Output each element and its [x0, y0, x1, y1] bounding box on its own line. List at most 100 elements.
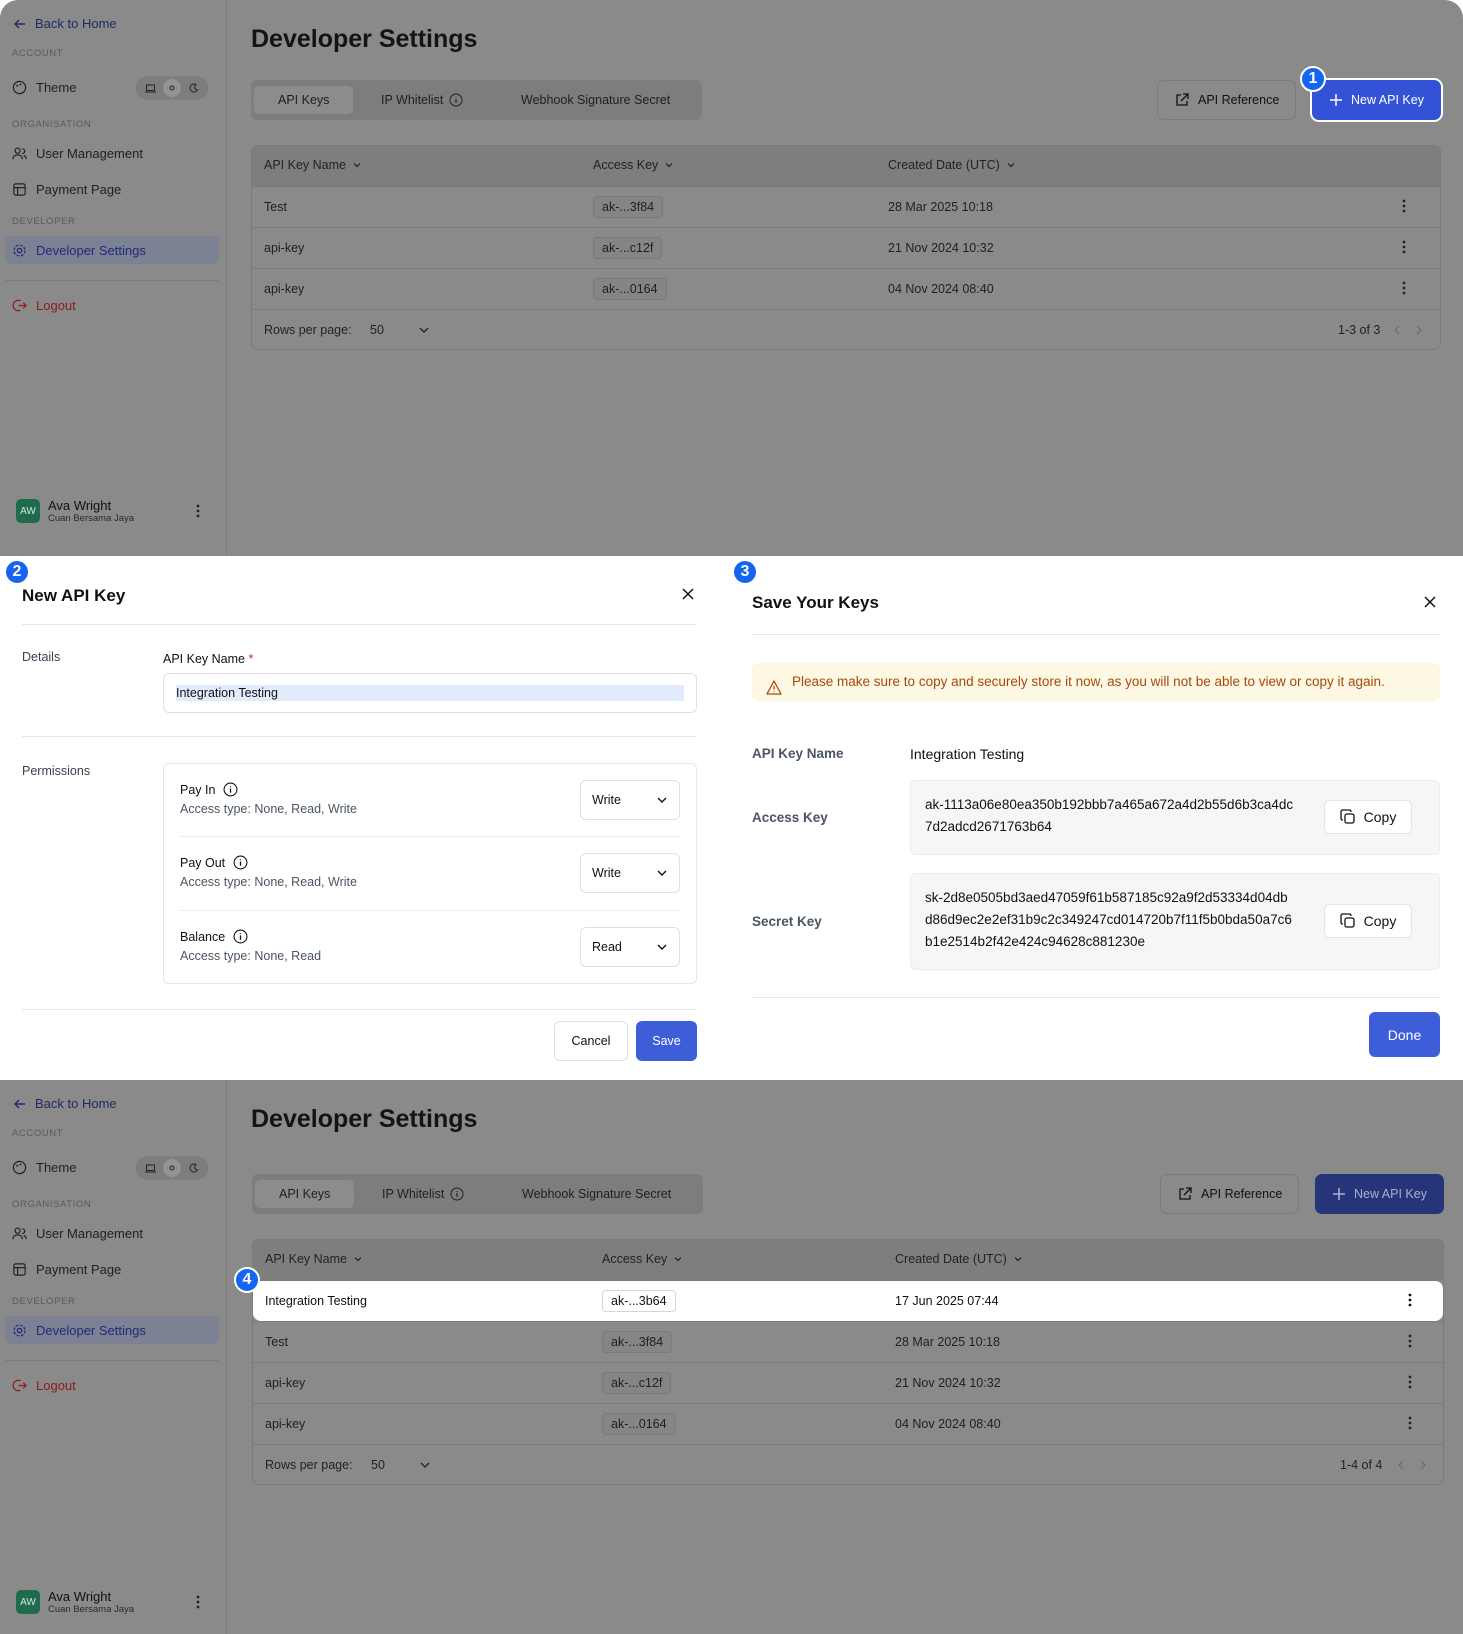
next-page-icon[interactable]	[1414, 324, 1424, 339]
theme-toggle[interactable]	[136, 76, 208, 100]
tab-ip-whitelist[interactable]: IP Whitelist	[381, 86, 463, 114]
plus-icon	[1333, 1188, 1345, 1200]
api-reference-label: API Reference	[1198, 93, 1280, 107]
logout-button[interactable]: Logout	[12, 298, 76, 313]
step-badge-4: 4	[234, 1267, 260, 1293]
table-row-new[interactable]: Integration Testing ak-...3b64 17 Jun 20…	[253, 1280, 1443, 1321]
row-more-icon[interactable]	[1408, 1293, 1412, 1310]
row-more-icon[interactable]	[1408, 1375, 1412, 1392]
tab-ip-whitelist[interactable]: IP Whitelist	[382, 1180, 464, 1208]
info-icon[interactable]	[223, 782, 238, 797]
perm-name: Pay In	[180, 782, 238, 797]
row-more-icon[interactable]	[1402, 240, 1406, 257]
col-key-header[interactable]: Access Key	[602, 1252, 683, 1266]
prev-page-icon[interactable]	[1396, 1459, 1406, 1474]
theme-toggle[interactable]	[136, 1156, 208, 1180]
perm-access-select[interactable]: Write	[580, 853, 680, 893]
save-button[interactable]: Save	[636, 1021, 697, 1061]
sidebar-item-payment-page[interactable]: Payment Page	[12, 182, 121, 197]
tab-webhook-secret[interactable]: Webhook Signature Secret	[522, 1180, 671, 1208]
perm-access-select[interactable]: Read	[580, 927, 680, 967]
theme-label: Theme	[36, 80, 77, 95]
back-to-home-link[interactable]: Back to Home	[13, 16, 117, 31]
prev-page-icon[interactable]	[1392, 324, 1402, 339]
api-reference-button[interactable]: API Reference	[1157, 80, 1297, 120]
col-name-header[interactable]: API Key Name	[264, 158, 362, 172]
tab-api-keys[interactable]: API Keys	[255, 1180, 355, 1208]
logout-button[interactable]: Logout	[12, 1378, 76, 1393]
sun-icon[interactable]	[163, 1159, 181, 1177]
close-icon[interactable]	[681, 587, 695, 606]
done-button[interactable]: Done	[1369, 1012, 1440, 1057]
sidebar-item-user-management[interactable]: User Management	[12, 1226, 143, 1241]
back-to-home-link[interactable]: Back to Home	[13, 1096, 117, 1111]
api-key-name-input[interactable]: Integration Testing	[163, 673, 697, 713]
row-access-key: ak-...3f84	[602, 1331, 673, 1353]
user-more-icon[interactable]	[196, 1595, 200, 1614]
tab-webhook-secret[interactable]: Webhook Signature Secret	[521, 86, 670, 114]
secret-key-box: sk-2d8e0505bd3aed47059f61b587185c92a9f2d…	[910, 873, 1440, 970]
perm-name-text: Pay Out	[180, 855, 226, 870]
col-date-label: Created Date (UTC)	[888, 158, 1000, 172]
warning-icon	[766, 680, 782, 695]
row-date: 21 Nov 2024 10:32	[895, 1376, 1001, 1390]
laptop-icon[interactable]	[141, 1159, 159, 1177]
row-name: api-key	[265, 1417, 306, 1431]
chevron-down-icon[interactable]	[418, 324, 430, 339]
user-profile[interactable]: AW Ava Wright Cuan Bersama Jaya	[16, 498, 134, 524]
sidebar-item-developer-settings[interactable]: Developer Settings	[12, 243, 146, 258]
row-more-icon[interactable]	[1408, 1334, 1412, 1351]
user-more-icon[interactable]	[196, 504, 200, 523]
user-profile[interactable]: AW Ava Wright Cuan Bersama Jaya	[16, 1589, 134, 1615]
screen-before: Back to Home ACCOUNT Theme ORGANISATION …	[0, 0, 1463, 556]
moon-icon[interactable]	[185, 1159, 203, 1177]
sidebar-item-developer-settings[interactable]: Developer Settings	[12, 1323, 146, 1338]
info-icon	[449, 93, 463, 107]
row-access-key: ak-...3f84	[593, 196, 664, 218]
tab-ip-whitelist-label: IP Whitelist	[382, 1187, 445, 1201]
col-date-header[interactable]: Created Date (UTC)	[888, 158, 1016, 172]
chevron-down-icon[interactable]	[419, 1459, 431, 1474]
api-reference-button[interactable]: API Reference	[1160, 1174, 1300, 1214]
info-icon[interactable]	[233, 929, 248, 944]
sidebar-item-payment-page[interactable]: Payment Page	[12, 1262, 121, 1277]
col-key-header[interactable]: Access Key	[593, 158, 674, 172]
perm-access-value: Write	[592, 793, 621, 807]
copy-access-key-button[interactable]: Copy	[1324, 800, 1412, 834]
copy-secret-key-button[interactable]: Copy	[1324, 904, 1412, 938]
warning-alert: Please make sure to copy and securely st…	[752, 663, 1440, 701]
api-key-name-value: Integration Testing	[176, 685, 684, 701]
row-more-icon[interactable]	[1402, 281, 1406, 298]
chevron-down-icon	[657, 797, 667, 803]
step-badge-2: 2	[4, 559, 30, 585]
col-date-header[interactable]: Created Date (UTC)	[895, 1252, 1023, 1266]
new-api-key-button[interactable]: New API Key	[1315, 1174, 1444, 1214]
laptop-icon[interactable]	[141, 79, 159, 97]
info-icon[interactable]	[233, 855, 248, 870]
cancel-button[interactable]: Cancel	[554, 1021, 628, 1061]
rows-per-page-value[interactable]: 50	[371, 1458, 385, 1472]
tab-api-keys[interactable]: API Keys	[254, 86, 354, 114]
next-page-icon[interactable]	[1418, 1459, 1428, 1474]
rows-per-page-value[interactable]: 50	[370, 323, 384, 337]
avatar: AW	[16, 1590, 40, 1614]
table-row[interactable]: api-key ak-...c12f 21 Nov 2024 10:32	[252, 227, 1440, 268]
new-api-key-button[interactable]: New API Key	[1312, 80, 1441, 120]
row-more-icon[interactable]	[1402, 199, 1406, 216]
chevron-down-icon	[1014, 1257, 1022, 1262]
col-name-header[interactable]: API Key Name	[265, 1252, 363, 1266]
table-row[interactable]: api-key ak-...c12f 21 Nov 2024 10:32	[253, 1362, 1443, 1403]
table-row[interactable]: api-key ak-...0164 04 Nov 2024 08:40	[253, 1403, 1443, 1444]
new-api-key-label: New API Key	[1354, 1187, 1427, 1201]
perm-access-select[interactable]: Write	[580, 780, 680, 820]
close-icon[interactable]	[1423, 595, 1437, 614]
table-row[interactable]: Test ak-...3f84 28 Mar 2025 10:18	[253, 1321, 1443, 1362]
sun-icon[interactable]	[163, 79, 181, 97]
table-row[interactable]: api-key ak-...0164 04 Nov 2024 08:40	[252, 268, 1440, 309]
sidebar-item-user-management[interactable]: User Management	[12, 146, 143, 161]
info-icon	[450, 1187, 464, 1201]
row-more-icon[interactable]	[1408, 1416, 1412, 1433]
moon-icon[interactable]	[185, 79, 203, 97]
arrow-left-icon	[14, 19, 25, 28]
table-row[interactable]: Test ak-...3f84 28 Mar 2025 10:18	[252, 186, 1440, 227]
